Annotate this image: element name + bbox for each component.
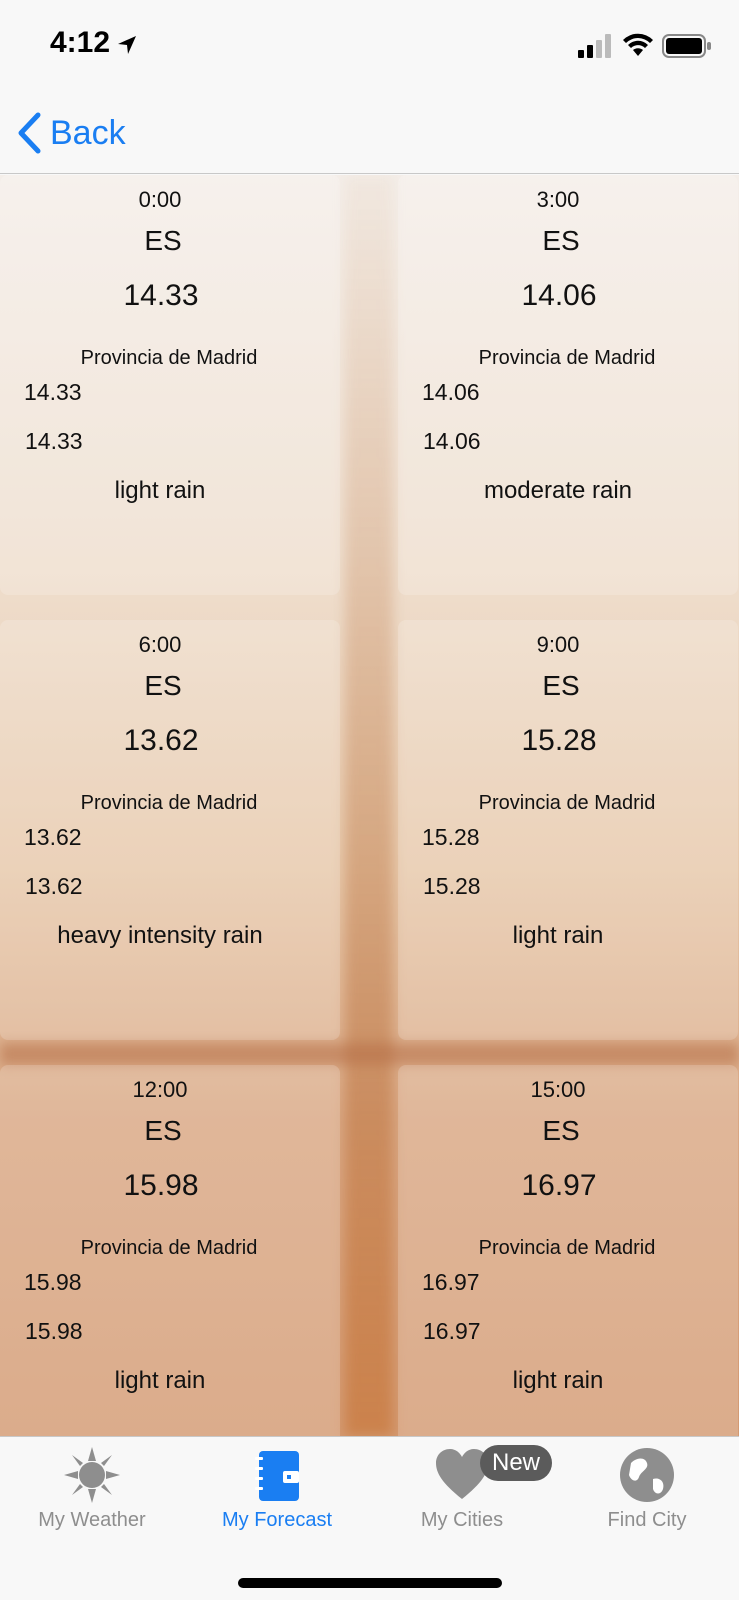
- forecast-description: light rain: [512, 922, 604, 949]
- forecast-description: heavy intensity rain: [57, 922, 263, 949]
- forecast-card[interactable]: 3:00 ES 14.06 Provincia de Madrid 14.06 …: [398, 175, 738, 595]
- notebook-icon: [255, 1451, 299, 1501]
- forecast-region: Provincia de Madrid: [80, 347, 258, 369]
- status-time: 4:12: [50, 26, 111, 59]
- forecast-temp-max: 13.62: [25, 873, 83, 899]
- status-bar: 4:12: [0, 0, 739, 92]
- forecast-region: Provincia de Madrid: [80, 792, 258, 814]
- back-label: Back: [50, 113, 126, 152]
- home-indicator: [238, 1578, 502, 1588]
- forecast-temp-max: 14.06: [423, 428, 481, 454]
- chevron-left-icon: [18, 112, 41, 154]
- forecast-time: 6:00: [138, 632, 182, 657]
- forecast-description: moderate rain: [483, 477, 633, 504]
- wifi-icon: [623, 33, 653, 56]
- forecast-country: ES: [144, 670, 182, 701]
- sun-icon: [64, 1447, 120, 1503]
- forecast-temp-min: 15.28: [422, 824, 480, 850]
- battery-icon: [662, 34, 711, 58]
- cellular-signal-icon: [578, 34, 611, 58]
- forecast-country: ES: [542, 670, 580, 701]
- new-badge: New: [480, 1445, 553, 1481]
- forecast-temp-min: 13.62: [24, 824, 82, 850]
- forecast-temp-max: 15.98: [25, 1318, 83, 1344]
- forecast-card[interactable]: 6:00 ES 13.62 Provincia de Madrid 13.62 …: [0, 620, 340, 1040]
- forecast-temp-min: 14.06: [422, 379, 480, 405]
- forecast-region: Provincia de Madrid: [478, 1237, 656, 1259]
- forecast-temp-min: 15.98: [24, 1269, 82, 1295]
- forecast-region: Provincia de Madrid: [478, 792, 656, 814]
- tab-label: My Forecast: [221, 1509, 333, 1531]
- tab-label: My Weather: [38, 1509, 146, 1531]
- forecast-temperature: 14.33: [123, 279, 199, 312]
- forecast-temperature: 16.97: [521, 1169, 597, 1202]
- forecast-region: Provincia de Madrid: [478, 347, 656, 369]
- forecast-temp-max: 15.28: [423, 873, 481, 899]
- forecast-description: light rain: [512, 1367, 604, 1394]
- forecast-temp-max: 16.97: [423, 1318, 481, 1344]
- forecast-country: ES: [542, 225, 580, 256]
- tab-label: Find City: [607, 1509, 687, 1531]
- forecast-card[interactable]: 0:00 ES 14.33 Provincia de Madrid 14.33 …: [0, 175, 340, 595]
- forecast-temp-min: 16.97: [422, 1269, 480, 1295]
- tab-my-forecast[interactable]: My Forecast: [185, 1437, 369, 1547]
- forecast-time: 3:00: [536, 187, 580, 212]
- forecast-country: ES: [144, 1115, 182, 1146]
- forecast-card[interactable]: 15:00 ES 16.97 Provincia de Madrid 16.97…: [398, 1065, 738, 1436]
- forecast-description: light rain: [114, 1367, 206, 1394]
- forecast-country: ES: [144, 225, 182, 256]
- background-divider-horizontal: [0, 1043, 739, 1065]
- tab-my-weather[interactable]: My Weather: [0, 1437, 184, 1547]
- forecast-grid[interactable]: 0:00 ES 14.33 Provincia de Madrid 14.33 …: [0, 175, 739, 1436]
- forecast-temperature: 13.62: [123, 724, 199, 757]
- forecast-card[interactable]: 9:00 ES 15.28 Provincia de Madrid 15.28 …: [398, 620, 738, 1040]
- globe-icon: [620, 1448, 674, 1502]
- forecast-temperature: 15.98: [123, 1169, 199, 1202]
- forecast-time: 9:00: [536, 632, 580, 657]
- background-divider-vertical: [345, 175, 393, 1436]
- tab-bar: My Weather My Forecast My Cities Find Ci…: [0, 1436, 739, 1600]
- forecast-temp-min: 14.33: [24, 379, 82, 405]
- tab-find-city[interactable]: Find City: [555, 1437, 739, 1547]
- forecast-temp-max: 14.33: [25, 428, 83, 454]
- forecast-temperature: 14.06: [521, 279, 597, 312]
- forecast-country: ES: [542, 1115, 580, 1146]
- location-arrow-icon: [118, 36, 136, 54]
- forecast-card[interactable]: 12:00 ES 15.98 Provincia de Madrid 15.98…: [0, 1065, 340, 1436]
- forecast-time: 15:00: [530, 1077, 586, 1102]
- back-button[interactable]: Back: [16, 108, 126, 158]
- navigation-bar: Back: [0, 92, 739, 174]
- forecast-region: Provincia de Madrid: [80, 1237, 258, 1259]
- forecast-time: 0:00: [138, 187, 182, 212]
- forecast-temperature: 15.28: [521, 724, 597, 757]
- tab-label: My Cities: [420, 1509, 504, 1531]
- forecast-description: light rain: [114, 477, 206, 504]
- forecast-time: 12:00: [132, 1077, 188, 1102]
